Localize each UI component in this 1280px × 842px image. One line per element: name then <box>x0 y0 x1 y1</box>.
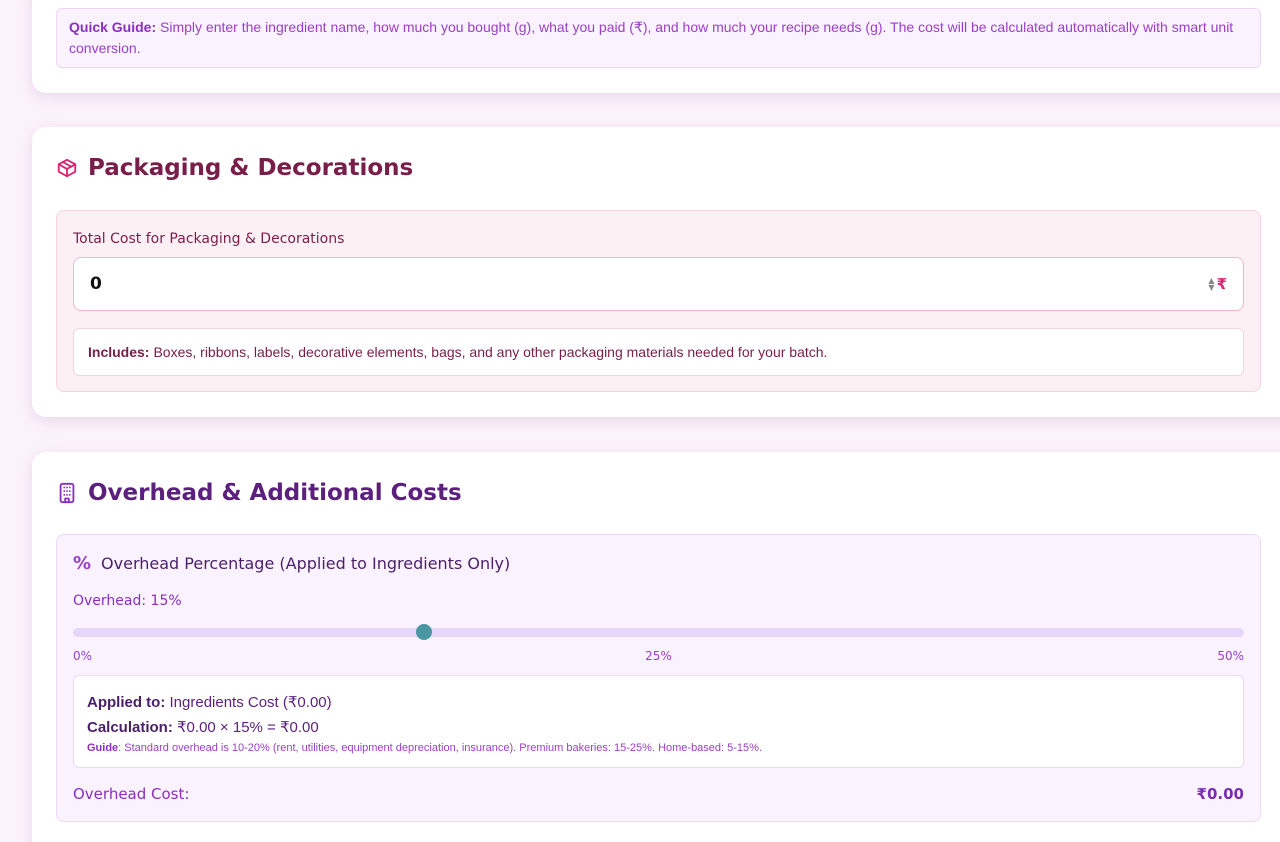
packaging-title: Packaging & Decorations <box>56 155 413 181</box>
calculation-text: ₹0.00 × 15% = ₹0.00 <box>177 719 319 736</box>
overhead-cost-value: ₹0.00 <box>1196 785 1244 803</box>
calculation-row: Calculation: ₹0.00 × 15% = ₹0.00 <box>87 715 1230 740</box>
calculation-box: Applied to: Ingredients Cost (₹0.00) Cal… <box>73 675 1244 768</box>
packaging-cost-field[interactable]: ▲ ▼ ₹ <box>73 257 1244 311</box>
packaging-cost-input[interactable] <box>90 274 1209 294</box>
package-icon <box>57 158 77 178</box>
tick-max: 50% <box>1217 649 1244 663</box>
number-stepper[interactable]: ▲ ▼ ₹ <box>1208 275 1227 293</box>
includes-note: Includes: Boxes, ribbons, labels, decora… <box>73 328 1244 376</box>
packaging-title-text: Packaging & Decorations <box>88 155 414 181</box>
overhead-title-text: Overhead & Additional Costs <box>88 480 462 506</box>
slider-thumb[interactable] <box>416 624 433 640</box>
includes-label: Includes: <box>88 344 150 360</box>
ingredients-card: Quick Guide: Simply enter the ingredient… <box>32 0 1280 93</box>
calculation-label: Calculation: <box>87 719 173 736</box>
applied-text: Ingredients Cost (₹0.00) <box>169 694 332 711</box>
quick-guide-text: Simply enter the ingredient name, how mu… <box>69 19 1234 56</box>
overhead-panel: % Overhead Percentage (Applied to Ingred… <box>56 534 1261 822</box>
rupee-icon: ₹ <box>1216 275 1227 293</box>
overhead-heading: % Overhead Percentage (Applied to Ingred… <box>73 553 510 574</box>
includes-text: Boxes, ribbons, labels, decorative eleme… <box>153 344 828 360</box>
slider-ticks: 0% 25% 50% <box>73 649 1244 663</box>
quick-guide-box: Quick Guide: Simply enter the ingredient… <box>56 8 1261 68</box>
overhead-cost-row: Overhead Cost: ₹0.00 <box>73 785 1244 803</box>
tick-min: 0% <box>73 649 93 663</box>
overhead-guide: Guide: Standard overhead is 10-20% (rent… <box>87 742 1230 754</box>
overhead-guide-text: : Standard overhead is 10-20% (rent, uti… <box>118 742 763 754</box>
overhead-title: Overhead & Additional Costs <box>56 480 462 506</box>
packaging-cost-label: Total Cost for Packaging & Decorations <box>73 231 345 247</box>
overhead-value-label: Overhead: 15% <box>73 593 182 609</box>
building-icon <box>59 482 75 504</box>
overhead-guide-label: Guide <box>87 742 119 754</box>
applied-row: Applied to: Ingredients Cost (₹0.00) <box>87 690 1230 715</box>
step-down-icon[interactable]: ▼ <box>1208 284 1214 292</box>
packaging-card: Packaging & Decorations Total Cost for P… <box>32 127 1280 417</box>
overhead-card: Overhead & Additional Costs % Overhead P… <box>32 452 1280 842</box>
quick-guide-label: Quick Guide: <box>69 19 157 35</box>
tick-mid: 25% <box>645 649 672 663</box>
overhead-cost-label: Overhead Cost: <box>73 785 190 803</box>
packaging-panel: Total Cost for Packaging & Decorations ▲… <box>56 210 1261 392</box>
applied-label: Applied to: <box>87 694 166 711</box>
overhead-slider[interactable] <box>73 624 1244 640</box>
overhead-heading-text: Overhead Percentage (Applied to Ingredie… <box>101 554 511 573</box>
percent-icon: % <box>73 553 92 574</box>
